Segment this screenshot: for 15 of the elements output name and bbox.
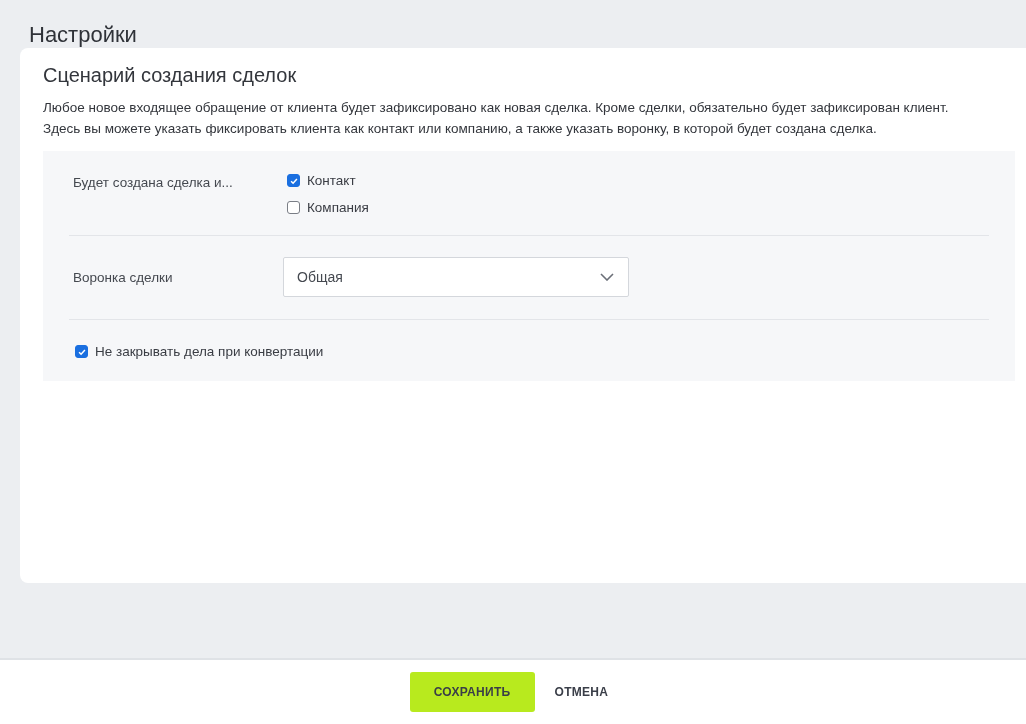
checkbox-label: Компания (307, 200, 369, 215)
field-label: Будет создана сделка и... (73, 174, 234, 190)
checkbox[interactable] (75, 345, 88, 358)
section-title: Сценарий создания сделок (43, 64, 298, 87)
checkbox[interactable] (287, 201, 300, 214)
page-title: Настройки (28, 21, 138, 48)
checkbox-label: Контакт (307, 173, 356, 188)
pipeline-dropdown[interactable]: Общая (283, 257, 629, 297)
chevron-down-icon (600, 273, 614, 281)
checkbox-label: Не закрывать дела при конвертации (95, 344, 324, 359)
cancel-button[interactable]: ОТМЕНА (546, 672, 617, 712)
save-button[interactable]: СОХРАНИТЬ (409, 672, 535, 712)
checkbox[interactable] (287, 174, 300, 187)
section-description: Любое новое входящее обращение от клиента будет зафиксировано как новая сделка. Кроме сделки, обязательно будет зафиксирован клиент. Здесь вы можете указать фиксировать клиента как контакт или компанию, а также указать воронку, в которой будет создана сделка. (43, 99, 950, 138)
field-label: Воронка сделки (73, 269, 174, 285)
